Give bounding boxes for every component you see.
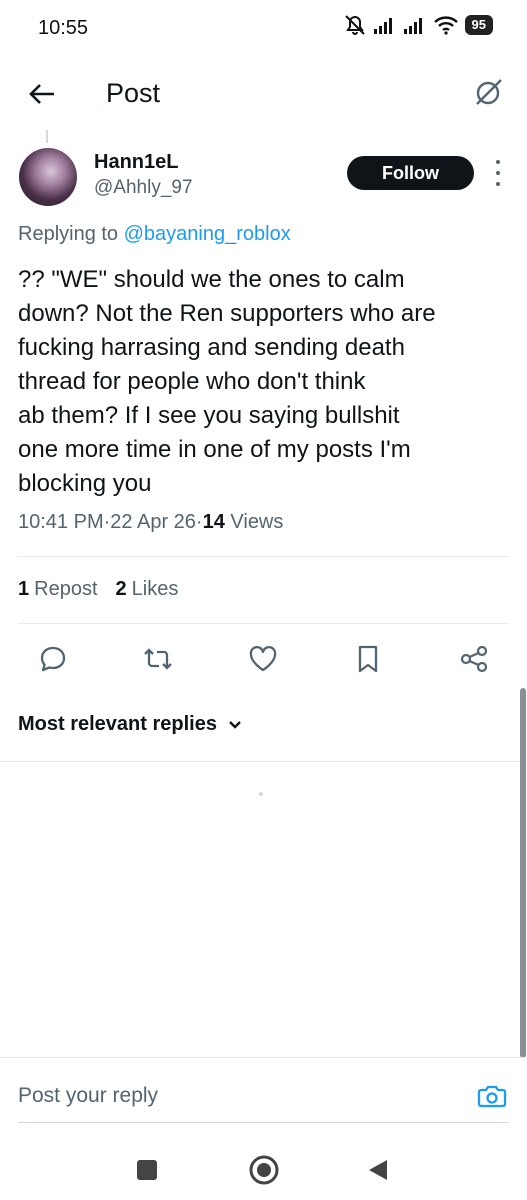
follow-button[interactable]: Follow <box>347 156 474 190</box>
action-bar <box>0 634 527 680</box>
top-app-bar: Post <box>0 60 527 130</box>
status-bar: 10:55 95 <box>0 0 527 60</box>
author-display-name[interactable]: Hann1eL <box>94 151 178 174</box>
status-time: 10:55 <box>38 17 89 39</box>
camera-button[interactable] <box>476 1080 508 1112</box>
post-meta: 10:41 PM · 22 Apr 26 · 14 Views <box>18 511 283 534</box>
views-count: 14 <box>202 511 225 533</box>
divider <box>0 761 527 762</box>
reply-sort-label: Most relevant replies <box>18 713 217 735</box>
bookmark-button[interactable] <box>351 642 385 676</box>
share-button[interactable] <box>457 642 491 676</box>
back-nav-button[interactable] <box>360 1152 396 1188</box>
more-dot-icon <box>496 171 500 175</box>
views-label: Views <box>230 511 284 533</box>
divider <box>18 556 509 557</box>
post-date: 22 Apr 26 <box>110 511 196 533</box>
wifi-icon <box>433 16 458 35</box>
meta-separator: · <box>195 511 203 533</box>
back-button[interactable] <box>22 74 62 114</box>
mute-icon <box>344 15 365 35</box>
status-icons: 95 <box>343 14 493 36</box>
divider <box>0 1057 527 1058</box>
chevron-down-icon <box>229 720 241 729</box>
more-dot-icon <box>496 182 500 186</box>
thread-connector-line <box>46 130 48 143</box>
replying-to-line: Replying to @bayaning_roblox <box>18 223 291 246</box>
arrow-left-icon <box>29 84 54 104</box>
square-icon <box>137 1160 157 1180</box>
post-text: ?? "WE" should we the ones to calm down?… <box>18 266 436 497</box>
replying-prefix: Replying to <box>18 223 124 245</box>
signal-icon <box>373 18 392 34</box>
likes-stat[interactable]: 2 Likes <box>116 578 179 601</box>
reply-sort-dropdown[interactable]: Most relevant replies <box>18 713 243 736</box>
loading-indicator <box>259 792 263 796</box>
divider <box>18 623 509 624</box>
repost-icon <box>144 648 172 670</box>
system-nav-bar <box>0 1140 527 1200</box>
more-options-button[interactable] <box>490 160 506 186</box>
author-handle[interactable]: @Ahhly_97 <box>94 177 193 199</box>
meta-separator: · <box>103 511 111 533</box>
grok-button[interactable] <box>469 72 509 112</box>
reply-icon <box>40 646 66 672</box>
post-time: 10:41 PM <box>18 511 104 533</box>
triangle-back-icon <box>369 1160 387 1180</box>
home-circle-icon <box>249 1155 279 1185</box>
likes-label: Likes <box>131 578 179 600</box>
engagement-stats: 1 Repost 2 Likes <box>18 578 178 601</box>
like-icon <box>249 646 277 672</box>
more-dot-icon <box>496 160 500 164</box>
composer-underline <box>18 1122 509 1123</box>
reposts-label: Repost <box>34 578 98 600</box>
reposts-stat[interactable]: 1 Repost <box>18 578 98 601</box>
camera-icon <box>477 1085 507 1108</box>
likes-count: 2 <box>115 578 127 600</box>
page-title: Post <box>106 78 161 108</box>
battery-indicator: 95 <box>464 15 493 35</box>
reply-button[interactable] <box>36 642 70 676</box>
signal-icon-2 <box>403 18 422 34</box>
share-icon <box>460 645 488 673</box>
recents-button[interactable] <box>129 1152 165 1188</box>
scrollbar[interactable] <box>520 688 526 1058</box>
bookmark-icon <box>358 645 378 673</box>
repost-button[interactable] <box>141 642 175 676</box>
replying-to-mention[interactable]: @bayaning_roblox <box>124 223 291 245</box>
reposts-count: 1 <box>18 578 30 600</box>
home-button[interactable] <box>246 1152 282 1188</box>
like-button[interactable] <box>246 642 280 676</box>
avatar[interactable] <box>19 148 77 206</box>
reply-input[interactable] <box>18 1078 458 1114</box>
grok-icon <box>476 79 502 105</box>
